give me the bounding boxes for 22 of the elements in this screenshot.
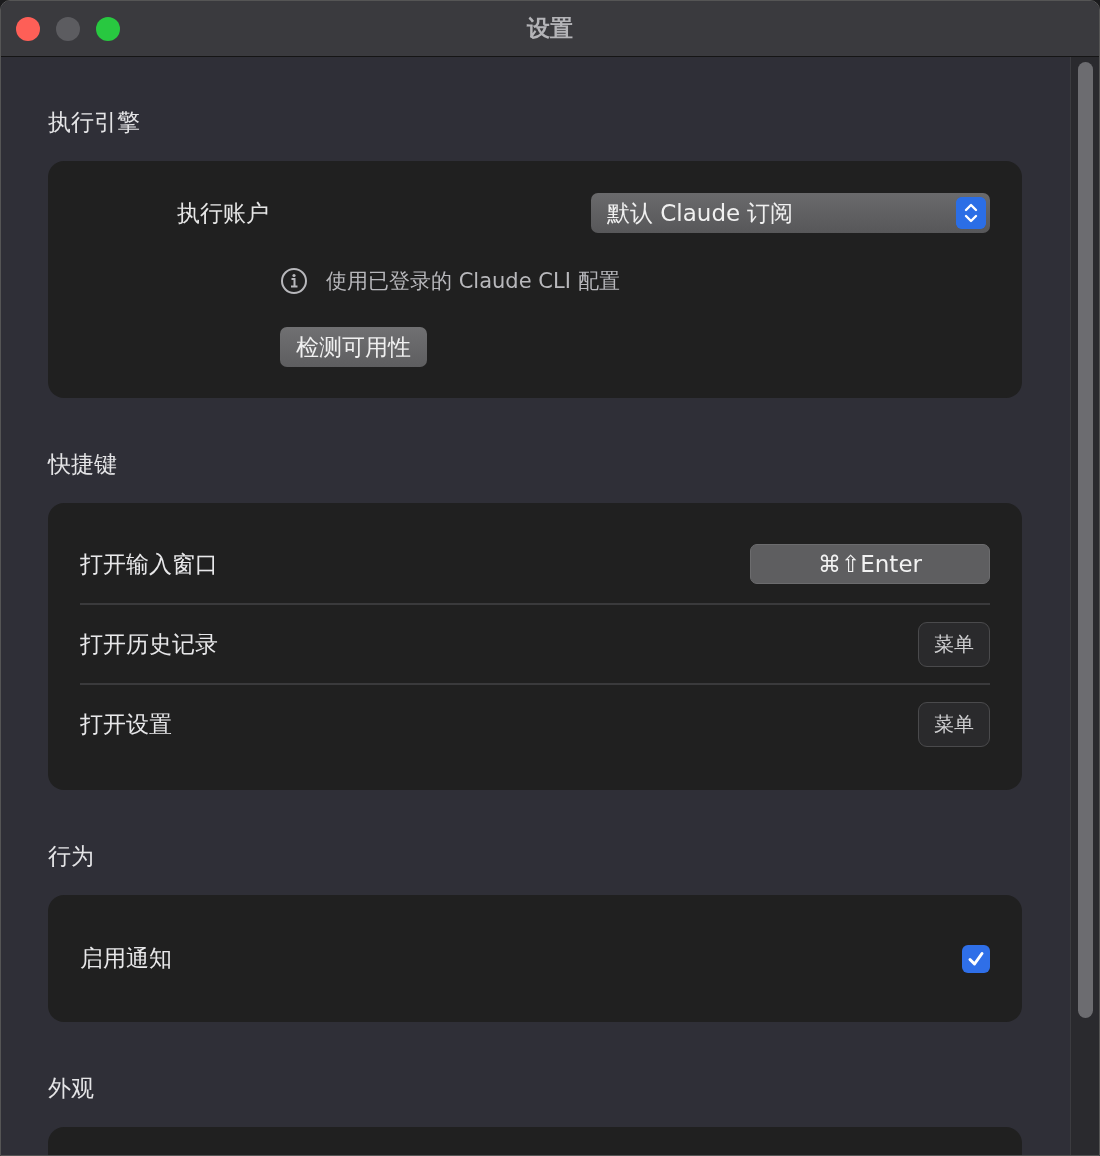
setting-label: 打开历史记录	[80, 629, 218, 659]
section-title: 快捷键	[48, 451, 117, 477]
setting-label: 打开输入窗口	[80, 549, 218, 579]
info-text: 使用已登录的 Claude CLI 配置	[326, 268, 620, 295]
chevron-updown-icon	[956, 197, 986, 229]
menu-button[interactable]: 菜单	[918, 701, 990, 747]
shortcut-field[interactable]: ⌘⇧Enter	[750, 544, 990, 584]
setting-label: 打开设置	[80, 709, 172, 739]
close-button[interactable]	[16, 16, 40, 41]
zoom-button[interactable]	[96, 16, 120, 41]
account-dropdown[interactable]: 默认 Claude 订阅	[591, 193, 990, 233]
info-icon	[280, 267, 308, 295]
section-title: 行为	[48, 843, 94, 869]
check-availability-button[interactable]: 检测可用性	[280, 327, 427, 367]
section-title: 执行引擎	[48, 109, 140, 135]
section-title: 外观	[48, 1075, 94, 1101]
menu-button[interactable]: 菜单	[918, 621, 990, 667]
checkbox[interactable]	[962, 944, 990, 973]
scrollbar-thumb[interactable]	[1077, 62, 1093, 1018]
window-title: 设置	[527, 15, 573, 41]
setting-label: 启用通知	[80, 944, 172, 973]
setting-label: 执行账户	[177, 198, 269, 228]
